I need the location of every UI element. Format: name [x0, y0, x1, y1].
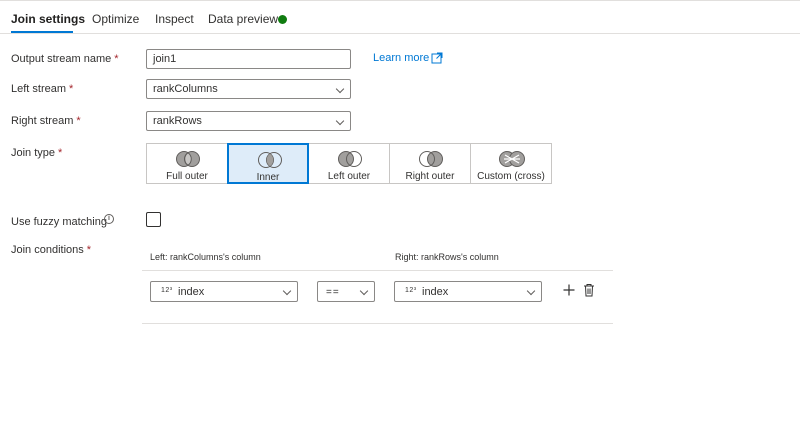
- info-icon[interactable]: i: [104, 214, 114, 224]
- tab-inspect[interactable]: Inspect: [155, 12, 194, 26]
- operator-value: ==: [326, 287, 340, 298]
- left-column-header: Left: rankColumns's column: [150, 252, 261, 262]
- right-outer-join-icon: [419, 151, 443, 167]
- join-type-label: Right outer: [405, 171, 455, 182]
- right-column-value: index: [422, 286, 449, 298]
- left-column-value: index: [178, 286, 205, 298]
- join-type-inner[interactable]: Inner: [227, 143, 309, 184]
- left-stream-value: rankColumns: [153, 83, 218, 95]
- join-type-right-outer[interactable]: Right outer: [389, 143, 471, 184]
- fuzzy-matching-label: Use fuzzy matching: [11, 216, 107, 228]
- output-stream-name-input[interactable]: join1: [146, 49, 351, 69]
- left-stream-select[interactable]: rankColumns: [146, 79, 351, 99]
- left-stream-label: Left stream *: [11, 83, 73, 95]
- tab-bar: Join settings Optimize Inspect Data prev…: [0, 0, 800, 34]
- operator-select[interactable]: ==: [317, 281, 375, 302]
- delete-condition-icon[interactable]: [583, 283, 595, 297]
- left-outer-join-icon: [338, 151, 362, 167]
- right-stream-label: Right stream *: [11, 115, 81, 127]
- required-marker: *: [114, 53, 119, 65]
- right-column-header: Right: rankRows's column: [395, 252, 499, 262]
- tab-join-settings[interactable]: Join settings: [11, 12, 85, 26]
- join-conditions-label: Join conditions *: [11, 244, 91, 256]
- numeric-type-icon: 12³: [161, 287, 173, 294]
- inner-join-icon: [258, 152, 282, 168]
- join-conditions-label-text: Join conditions: [11, 244, 84, 256]
- right-stream-value: rankRows: [153, 115, 202, 127]
- right-stream-select[interactable]: rankRows: [146, 111, 351, 131]
- cross-join-icon: [499, 151, 525, 167]
- data-preview-status-dot: [278, 15, 287, 24]
- external-link-icon[interactable]: [431, 52, 443, 64]
- output-stream-name-value: join1: [153, 53, 177, 65]
- right-stream-label-text: Right stream: [11, 115, 74, 127]
- join-type-selector: Full outer Inner Left outer Right outer …: [146, 143, 552, 184]
- left-column-select[interactable]: 12³ index: [150, 281, 298, 302]
- join-type-left-outer[interactable]: Left outer: [308, 143, 390, 184]
- join-type-label: Join type *: [11, 147, 62, 159]
- join-type-label-text: Join type: [11, 147, 56, 159]
- output-stream-label: Output stream name *: [11, 53, 119, 65]
- required-marker: *: [58, 147, 63, 159]
- learn-more-link[interactable]: Learn more: [373, 52, 429, 64]
- join-type-label: Left outer: [327, 171, 371, 182]
- tab-optimize[interactable]: Optimize: [92, 12, 139, 26]
- join-type-label: Inner: [256, 172, 280, 183]
- chevron-down-icon: [335, 116, 345, 126]
- join-type-label: Full outer: [166, 171, 208, 182]
- required-marker: *: [86, 244, 92, 256]
- join-type-label: Custom (cross): [477, 171, 545, 182]
- active-tab-indicator: [11, 31, 73, 33]
- required-marker: *: [69, 83, 74, 95]
- conditions-header-divider: [142, 270, 613, 271]
- add-condition-icon[interactable]: [563, 284, 575, 296]
- required-marker: *: [76, 115, 81, 127]
- join-type-custom-cross[interactable]: Custom (cross): [470, 143, 552, 184]
- chevron-down-icon: [359, 286, 369, 296]
- conditions-bottom-divider: [142, 323, 613, 324]
- right-column-select[interactable]: 12³ index: [394, 281, 542, 302]
- full-outer-join-icon: [176, 151, 200, 167]
- left-stream-label-text: Left stream: [11, 83, 67, 95]
- join-type-full-outer[interactable]: Full outer: [146, 143, 228, 184]
- output-stream-label-text: Output stream name: [11, 53, 112, 65]
- fuzzy-matching-checkbox[interactable]: [146, 212, 161, 227]
- chevron-down-icon: [526, 286, 536, 296]
- chevron-down-icon: [282, 286, 292, 296]
- numeric-type-icon: 12³: [405, 287, 417, 294]
- chevron-down-icon: [335, 84, 345, 94]
- tab-data-preview[interactable]: Data preview: [208, 12, 278, 26]
